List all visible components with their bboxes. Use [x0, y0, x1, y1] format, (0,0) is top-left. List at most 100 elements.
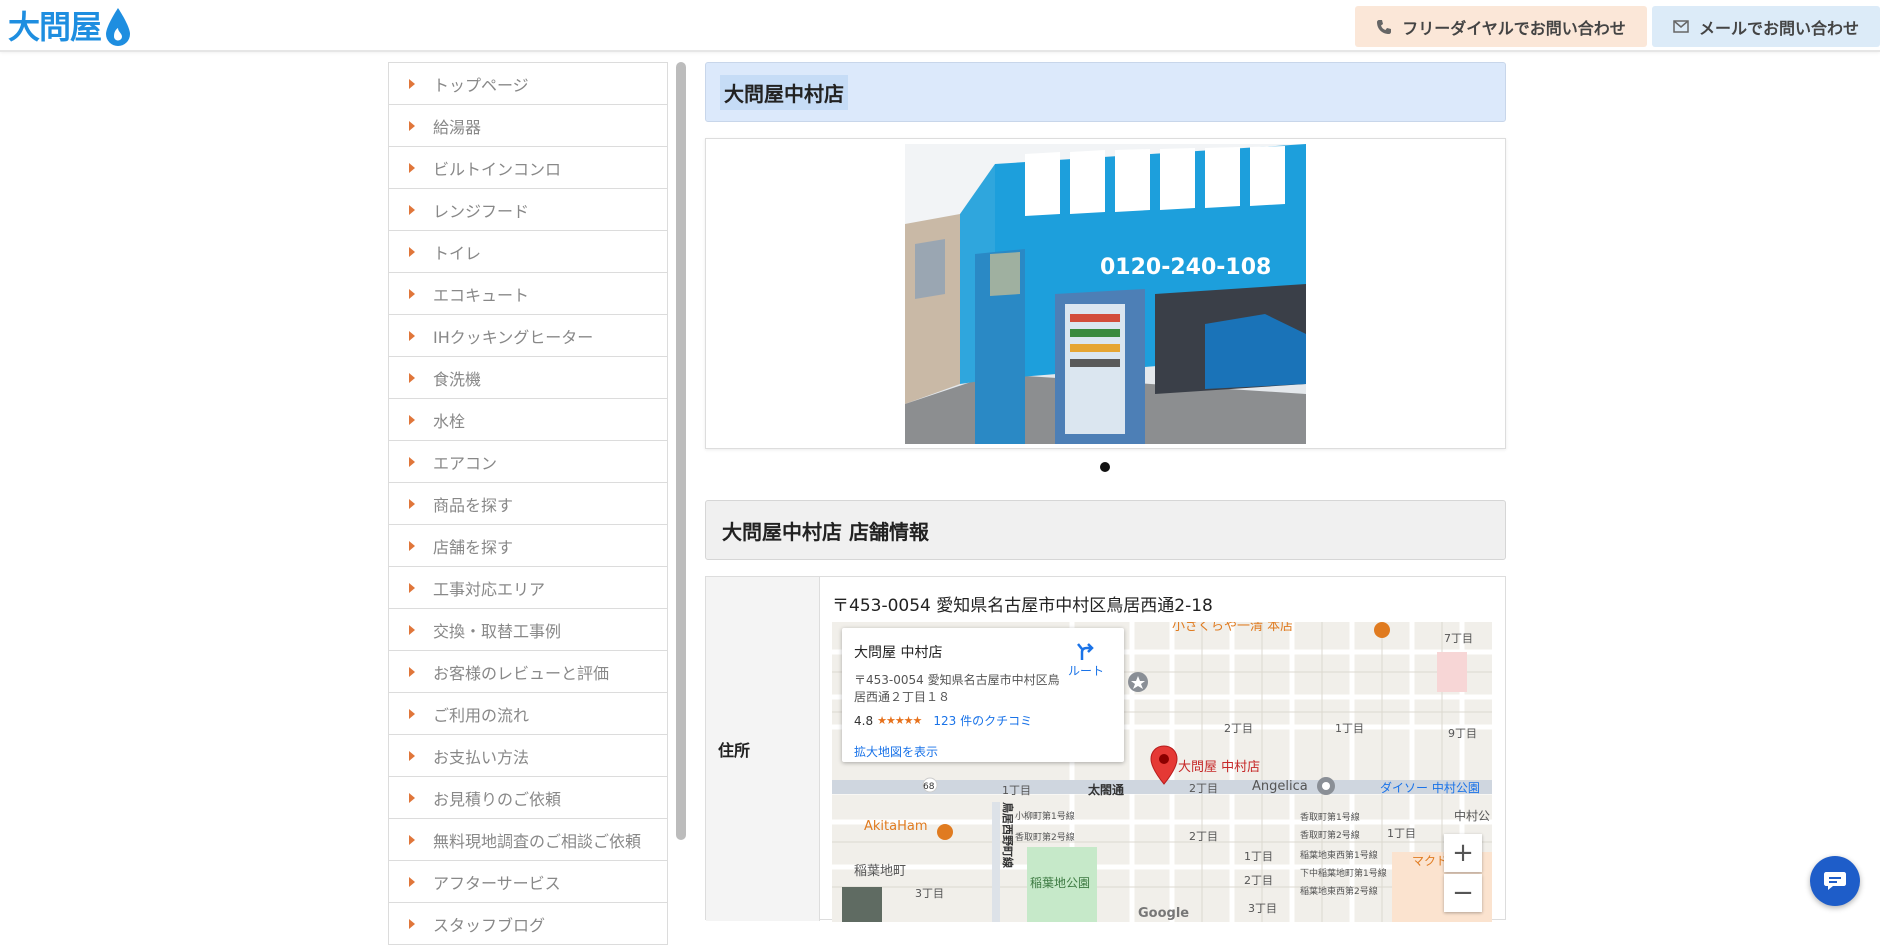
sidebar-item-label: ビルトインコンロ: [433, 159, 562, 179]
sidebar-item-water-heater[interactable]: 給湯器: [389, 105, 667, 147]
map-label-inaba-park: 稲葉地公園: [1030, 876, 1090, 890]
phone-icon: [1377, 19, 1392, 34]
map-zoom-in-button[interactable]: +: [1444, 834, 1482, 872]
map-label-daiso: ダイソー 中村公園: [1380, 780, 1480, 795]
store-photo: 0120-240-108: [905, 144, 1306, 444]
mail-contact-label: メールでお問い合わせ: [1698, 18, 1859, 38]
sidebar-nav: トップページ 給湯器 ビルトインコンロ レンジフード トイレ エコキュート IH…: [388, 62, 668, 945]
sidebar-item-label: トイレ: [433, 243, 482, 263]
site-header: 大問屋 フリーダイヤルでお問い合わせ メールでお問い合わせ: [0, 0, 1880, 52]
map-label-2chome-b: 2丁目: [1189, 782, 1218, 795]
sidebar-item-label: お支払い方法: [433, 747, 530, 767]
map-label-1chome-b: 1丁目: [1002, 784, 1031, 797]
caret-right-icon: [409, 372, 415, 383]
chat-button[interactable]: [1810, 856, 1860, 906]
freedial-contact-button[interactable]: フリーダイヤルでお問い合わせ: [1355, 6, 1647, 47]
map-label-1chome-a: 1丁目: [1335, 722, 1364, 735]
caret-right-icon: [409, 876, 415, 887]
sidebar-item-label: 店舗を探す: [433, 537, 514, 557]
sidebar-item-usage-flow[interactable]: ご利用の流れ: [389, 693, 667, 735]
caret-right-icon: [409, 162, 415, 173]
sidebar-item-label: 工事対応エリア: [433, 579, 546, 599]
sidebar-item-site-survey[interactable]: 無料現地調査のご相談ご依頼: [389, 819, 667, 861]
caret-right-icon: [409, 414, 415, 425]
sidebar-item-label: スタッフブログ: [433, 915, 546, 935]
google-map[interactable]: 小ざくらや一清 本店 7丁目 2丁目 1丁目 9丁目 1丁目 太閤通 2丁目 A…: [832, 622, 1492, 922]
caret-right-icon: [409, 708, 415, 719]
map-label-maku: マクド: [1412, 854, 1448, 868]
slider-dot-active[interactable]: [1100, 462, 1110, 472]
map-route-label: ルート: [1067, 664, 1104, 678]
page-title: 大問屋中村店: [720, 74, 848, 110]
map-card-reviews-link[interactable]: 123 件のクチコミ: [933, 712, 1032, 729]
caret-right-icon: [409, 120, 415, 131]
sidebar-item-label: レンジフード: [433, 201, 530, 221]
map-place-card: 大問屋 中村店 〒453-0054 愛知県名古屋市中村区鳥居西通２丁目１８ 4.…: [842, 628, 1124, 762]
sidebar-item-after-service[interactable]: アフターサービス: [389, 861, 667, 903]
map-label-line5: 稲葉地東西第1号線: [1300, 849, 1378, 861]
sidebar-item-aircon[interactable]: エアコン: [389, 441, 667, 483]
sidebar-item-staff-blog[interactable]: スタッフブログ: [389, 903, 667, 945]
sidebar-item-ecocute[interactable]: エコキュート: [389, 273, 667, 315]
chat-bubble-icon: [1824, 872, 1846, 890]
map-label-3chome-a: 3丁目: [915, 887, 944, 900]
caret-right-icon: [409, 582, 415, 593]
site-logo[interactable]: 大問屋: [8, 6, 133, 48]
sidebar-item-case-studies[interactable]: 交換・取替工事例: [389, 609, 667, 651]
caret-right-icon: [409, 498, 415, 509]
sidebar-item-label: 商品を探す: [433, 495, 514, 515]
store-pin-label: 大問屋 中村店: [1178, 760, 1261, 775]
sidebar-item-service-area[interactable]: 工事対応エリア: [389, 567, 667, 609]
map-label-9chome: 9丁目: [1448, 727, 1477, 740]
map-label-2chome-c: 2丁目: [1189, 830, 1218, 843]
sidebar-item-ih-heater[interactable]: IHクッキングヒーター: [389, 315, 667, 357]
caret-right-icon: [409, 540, 415, 551]
map-label-7chome: 7丁目: [1444, 632, 1473, 645]
caret-right-icon: [409, 246, 415, 257]
store-photo-slider[interactable]: 0120-240-108: [705, 138, 1506, 449]
store-photo-illustration: 0120-240-108: [905, 144, 1306, 444]
map-label-line2: 香取町第2号線: [1015, 831, 1075, 843]
sidebar-item-find-stores[interactable]: 店舗を探す: [389, 525, 667, 567]
view-larger-map-link[interactable]: 拡大地図を表示: [854, 743, 1112, 760]
mail-icon: [1673, 20, 1689, 33]
sidebar-item-label: 食洗機: [433, 369, 482, 389]
store-info-section-header: 大問屋中村店 店舗情報: [705, 500, 1506, 560]
map-label-kozakura: 小ざくらや一清 本店: [1172, 622, 1293, 634]
sidebar-scrollbar[interactable]: [676, 62, 686, 840]
map-label-angelica: Angelica: [1252, 779, 1308, 794]
sidebar-item-dishwasher[interactable]: 食洗機: [389, 357, 667, 399]
map-label-nakamura: 中村公: [1454, 808, 1490, 823]
sidebar-item-reviews[interactable]: お客様のレビューと評価: [389, 651, 667, 693]
caret-right-icon: [409, 666, 415, 677]
store-info-table: 住所 〒453-0054 愛知県名古屋市中村区鳥居西通2-18 小ざくらや一清 …: [705, 576, 1506, 922]
sidebar-item-faucet[interactable]: 水栓: [389, 399, 667, 441]
map-route-button[interactable]: ルート: [1068, 642, 1104, 679]
caret-right-icon: [409, 78, 415, 89]
map-label-taiko: 太閤通: [1088, 782, 1124, 797]
map-label-2chome-a: 2丁目: [1224, 722, 1253, 735]
caret-right-icon: [409, 834, 415, 845]
sidebar-item-payment[interactable]: お支払い方法: [389, 735, 667, 777]
caret-right-icon: [409, 330, 415, 341]
sidebar-item-label: 給湯器: [433, 117, 482, 137]
caret-right-icon: [409, 204, 415, 215]
sidebar-item-top[interactable]: トップページ: [389, 63, 667, 105]
map-label-1chome-d: 1丁目: [1387, 827, 1416, 840]
caret-right-icon: [409, 288, 415, 299]
sidebar-item-label: エコキュート: [433, 285, 530, 305]
sidebar-item-label: アフターサービス: [433, 873, 561, 893]
sidebar-item-builtin-stove[interactable]: ビルトインコンロ: [389, 147, 667, 189]
map-zoom-out-button[interactable]: −: [1444, 874, 1482, 912]
store-location-pin-icon[interactable]: [1150, 745, 1178, 785]
store-info-title: 大問屋中村店 店舗情報: [722, 519, 929, 544]
sidebar-item-find-products[interactable]: 商品を探す: [389, 483, 667, 525]
sidebar-item-range-hood[interactable]: レンジフード: [389, 189, 667, 231]
sidebar-item-estimate[interactable]: お見積りのご依頼: [389, 777, 667, 819]
photo-sign-phone: 0120-240-108: [1100, 255, 1271, 280]
address-label: 住所: [706, 577, 820, 921]
sidebar-item-label: ご利用の流れ: [433, 705, 530, 725]
sidebar-item-toilet[interactable]: トイレ: [389, 231, 667, 273]
map-card-rating: 4.8: [854, 713, 874, 728]
mail-contact-button[interactable]: メールでお問い合わせ: [1652, 6, 1880, 47]
